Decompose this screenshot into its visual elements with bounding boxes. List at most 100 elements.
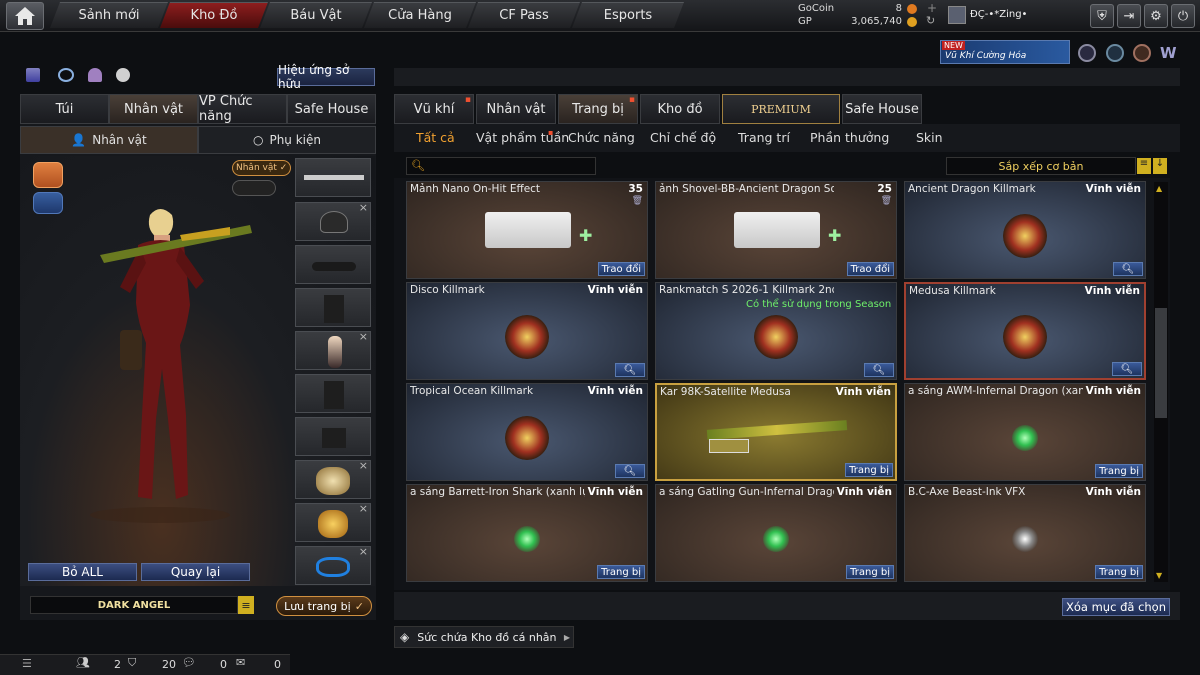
item-card[interactable]: Rankmatch S 2026-1 Killmark 2nd Có thể sử… bbox=[655, 282, 897, 380]
slot-gold-item[interactable]: × bbox=[295, 502, 371, 542]
item-action-button[interactable]: Trao đổi bbox=[846, 262, 894, 276]
slot-body[interactable] bbox=[295, 374, 371, 413]
item-action-button[interactable]: Trang bị bbox=[1095, 565, 1143, 579]
slot-pack[interactable] bbox=[295, 417, 371, 456]
item-card[interactable]: ảnh Shovel-BB-Ancient Dragon Sou 25 ✚ 🗑︎ Tra… bbox=[655, 181, 897, 279]
menu-icon[interactable]: ≡ bbox=[238, 596, 254, 614]
scroll-up-icon[interactable]: ▲ bbox=[1156, 184, 1162, 193]
close-icon[interactable]: × bbox=[359, 545, 368, 558]
item-card[interactable]: Tropical Ocean Killmark Vĩnh viễn 🔍︎ bbox=[406, 383, 648, 481]
item-action-button[interactable]: Trang bị bbox=[1095, 464, 1143, 478]
delete-selected-button[interactable]: Xóa mục đã chọn bbox=[1062, 598, 1170, 616]
gear-icon[interactable]: ⚙ bbox=[1144, 4, 1168, 28]
sort-arrow-icon[interactable]: ↓ bbox=[1153, 158, 1167, 174]
category-all[interactable]: Tất cả bbox=[416, 130, 455, 145]
category-function[interactable]: Chức năng bbox=[568, 130, 635, 145]
inspect-button[interactable]: 🔍︎ bbox=[615, 464, 645, 478]
search-input[interactable]: 🔍︎ bbox=[406, 157, 596, 175]
globe-icon[interactable] bbox=[1106, 44, 1124, 62]
scroll-thumb[interactable] bbox=[1155, 308, 1167, 418]
item-card[interactable]: Mảnh Nano On-Hit Effect 35 ✚ 🗑︎ Trao đổi bbox=[406, 181, 648, 279]
close-icon[interactable]: × bbox=[359, 201, 368, 214]
avatar[interactable] bbox=[948, 6, 966, 24]
close-icon[interactable]: × bbox=[359, 459, 368, 472]
home-button[interactable] bbox=[6, 2, 44, 30]
remove-all-button[interactable]: Bỏ ALL bbox=[28, 563, 137, 581]
w-logo-icon[interactable]: W bbox=[1160, 44, 1180, 62]
tab-characters[interactable]: Nhân vật bbox=[476, 94, 556, 124]
badge-icon[interactable] bbox=[1133, 44, 1151, 62]
tab-safe-house[interactable]: Safe House bbox=[287, 94, 376, 124]
slot-weapon[interactable] bbox=[295, 158, 371, 197]
item-card[interactable]: Kar 98K-Satellite Medusa Vĩnh viễn Trang b… bbox=[655, 383, 897, 481]
item-card[interactable]: Disco Killmark Vĩnh viễn 🔍︎ bbox=[406, 282, 648, 380]
item-card[interactable]: B.C-Axe Beast-Ink VFX Vĩnh viễn Trang bị bbox=[904, 484, 1146, 582]
tab-vp-chuc-nang[interactable]: VP Chức năng bbox=[198, 94, 287, 124]
subtab-character[interactable]: 👤 Nhân vật bbox=[20, 126, 198, 154]
category-decoration[interactable]: Trang trí bbox=[738, 130, 790, 145]
category-weekly[interactable]: Vật phẩm tuần bbox=[476, 130, 569, 145]
item-action-button[interactable]: Trang bị bbox=[845, 463, 893, 477]
exit-room-icon[interactable]: ⇥ bbox=[1117, 4, 1141, 28]
tab-cua-hang[interactable]: Cửa Hàng bbox=[364, 2, 476, 28]
scroll-down-icon[interactable]: ▼ bbox=[1156, 571, 1162, 580]
slot-blue-item[interactable]: × bbox=[295, 545, 371, 585]
capacity-bar[interactable]: ◈ Sức chứa Kho đồ cá nhân ▶ bbox=[394, 626, 574, 648]
category-skin[interactable]: Skin bbox=[916, 130, 943, 145]
tab-tui[interactable]: Túi bbox=[20, 94, 109, 124]
item-card[interactable]: a sáng Barrett-Iron Shark (xanh lục Vĩnh … bbox=[406, 484, 648, 582]
trash-icon[interactable]: 🗑︎ bbox=[632, 196, 643, 206]
category-rewards[interactable]: Phần thưởng bbox=[810, 130, 889, 145]
scrollbar[interactable]: ▲ ▼ bbox=[1154, 182, 1168, 582]
item-card[interactable]: a sáng Gatling Gun-Infernal Dragon Vĩnh v… bbox=[655, 484, 897, 582]
character-class-icon[interactable] bbox=[33, 162, 63, 188]
item-action-button[interactable]: Trao đổi bbox=[597, 262, 645, 276]
tab-kho-do[interactable]: Kho Đồ bbox=[160, 2, 268, 28]
tab-weapons[interactable]: Vũ khí ▪ bbox=[394, 94, 474, 124]
user-icon[interactable] bbox=[88, 68, 102, 82]
go-back-button[interactable]: Quay lại bbox=[141, 563, 250, 581]
stats-icon[interactable] bbox=[26, 68, 40, 82]
slot-glasses[interactable] bbox=[295, 245, 371, 284]
clan-icon[interactable]: ⛉ bbox=[128, 656, 136, 670]
tab-sanh-moi[interactable]: Sảnh mới bbox=[50, 2, 168, 28]
pet-icon[interactable] bbox=[116, 68, 130, 82]
item-action-button[interactable]: Trang bị bbox=[846, 565, 894, 579]
list-icon[interactable]: ≡ bbox=[1137, 158, 1151, 174]
subtab-accessories[interactable]: ○ Phụ kiện bbox=[198, 126, 376, 154]
chat-icon[interactable]: 💬︎ bbox=[182, 656, 196, 669]
shield-icon[interactable]: ⛨ bbox=[1090, 4, 1114, 28]
add-gocoin-icon[interactable]: + bbox=[927, 1, 937, 15]
promo-banner[interactable]: NEW Vũ Khí Cường Hóa bbox=[940, 40, 1070, 64]
slot-helmet[interactable]: × bbox=[295, 201, 371, 241]
inspect-button[interactable]: 🔍︎ bbox=[1112, 362, 1142, 376]
refresh-icon[interactable]: ↻ bbox=[926, 14, 935, 27]
tab-equipment[interactable]: Trang bị ▪ bbox=[558, 94, 638, 124]
power-icon[interactable]: ⏻ bbox=[1171, 4, 1195, 28]
category-mode-only[interactable]: Chỉ chế độ bbox=[650, 130, 716, 145]
tab-cf-pass[interactable]: CF Pass bbox=[468, 2, 580, 28]
inspect-button[interactable]: 🔍︎ bbox=[864, 363, 894, 377]
effects-button[interactable]: Hiệu ứng sở hữu bbox=[277, 63, 375, 91]
close-icon[interactable]: × bbox=[359, 330, 368, 343]
view-icon[interactable] bbox=[58, 68, 74, 82]
trash-icon[interactable]: 🗑︎ bbox=[881, 196, 892, 206]
list-menu-icon[interactable]: ☰ bbox=[22, 657, 32, 670]
item-card[interactable]: a sáng AWM-Infernal Dragon (xanh l Vĩnh v… bbox=[904, 383, 1146, 481]
save-equipment-button[interactable]: Lưu trang bị ✓ bbox=[276, 596, 372, 616]
toggle-icon[interactable] bbox=[232, 180, 276, 196]
slot-vest[interactable] bbox=[295, 288, 371, 327]
tab-bau-vat[interactable]: Báu Vật bbox=[260, 2, 372, 28]
tab-nhan-vat[interactable]: Nhân vật bbox=[109, 94, 198, 124]
tab-storage[interactable]: Kho đồ bbox=[640, 94, 720, 124]
alt-class-icon[interactable] bbox=[33, 192, 63, 214]
item-card[interactable]: Ancient Dragon Killmark Vĩnh viễn 🔍︎ bbox=[904, 181, 1146, 279]
friends-icon[interactable]: 👥︎ bbox=[76, 656, 90, 669]
sort-dropdown[interactable]: Sắp xếp cơ bản bbox=[946, 157, 1136, 175]
mail-icon[interactable]: ✉ bbox=[236, 656, 245, 669]
item-action-button[interactable]: Trang bị bbox=[597, 565, 645, 579]
item-card[interactable]: Medusa Killmark Vĩnh viễn 🔍︎ bbox=[904, 282, 1146, 380]
slot-wing[interactable]: × bbox=[295, 459, 371, 499]
rank-icon[interactable] bbox=[1078, 44, 1096, 62]
inspect-button[interactable]: 🔍︎ bbox=[615, 363, 645, 377]
